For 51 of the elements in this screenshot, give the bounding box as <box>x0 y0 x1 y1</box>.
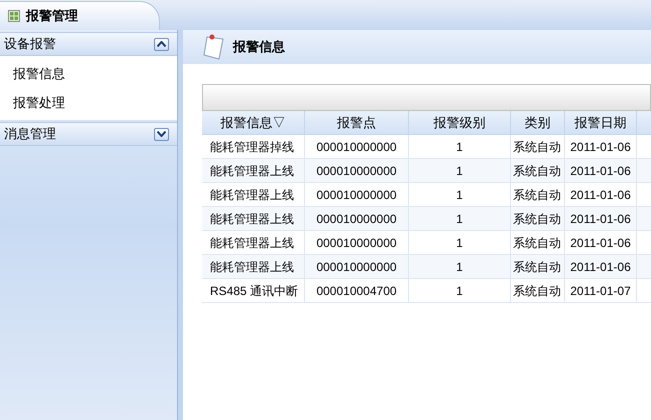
table-cell: 系统自动 <box>511 231 565 254</box>
table-cell: 000010000000 <box>305 207 409 230</box>
column-header[interactable]: 报警信息▽ <box>202 111 305 134</box>
table-cell: RS485 通讯中断 <box>202 279 305 302</box>
note-icon <box>203 34 225 60</box>
table-cell: 1 <box>409 159 511 182</box>
sidebar-group-header[interactable]: 设备报警 <box>0 32 177 56</box>
expand-icon[interactable] <box>154 128 169 140</box>
table-cell: 2011-01-06 <box>565 135 637 158</box>
table-cell: 1 <box>409 135 511 158</box>
table-cell: 2011-01-06 <box>565 183 637 206</box>
table-cell: 1 <box>409 255 511 278</box>
panel-header: 报警信息 <box>183 30 651 64</box>
table-cell: 能耗管理器上线 <box>202 255 305 278</box>
column-header[interactable]: 类别 <box>511 111 565 134</box>
sidebar-item[interactable]: 报警处理 <box>0 88 177 117</box>
table-cell: 能耗管理器上线 <box>202 159 305 182</box>
table-cell: 000010004700 <box>305 279 409 302</box>
window-tab[interactable]: 报警管理 <box>0 1 160 30</box>
table-cell: 1 <box>409 207 511 230</box>
table-cell: 系统自动 <box>511 255 565 278</box>
window-title: 报警管理 <box>26 7 78 26</box>
column-header[interactable]: 报警级别 <box>409 111 511 134</box>
grid-icon <box>8 10 20 22</box>
table-cell: 2011-01-06 <box>565 231 637 254</box>
table-cell: 能耗管理器上线 <box>202 183 305 206</box>
table-cell: 000010000000 <box>305 183 409 206</box>
table-cell: 能耗管理器上线 <box>202 231 305 254</box>
table-cell: 系统自动 <box>511 279 565 302</box>
collapse-icon[interactable] <box>154 38 169 50</box>
table-cell: 2011-01-07 <box>565 279 637 302</box>
table-cell: 000010000000 <box>305 159 409 182</box>
table-cell: 系统自动 <box>511 135 565 158</box>
table-cell: 1 <box>409 231 511 254</box>
table-cell: 2011-01-06 <box>565 159 637 182</box>
column-header[interactable]: 报警点 <box>305 111 409 134</box>
table-cell: 000010000000 <box>305 255 409 278</box>
table-cell: 系统自动 <box>511 207 565 230</box>
sidebar-group-header[interactable]: 消息管理 <box>0 122 177 146</box>
table-cell: 能耗管理器上线 <box>202 207 305 230</box>
table-cell: 能耗管理器掉线 <box>202 135 305 158</box>
sidebar-item[interactable]: 报警信息 <box>0 59 177 88</box>
column-header[interactable]: 报警日期 <box>565 111 637 134</box>
table-cell: 1 <box>409 183 511 206</box>
table-cell: 系统自动 <box>511 159 565 182</box>
table-cell: 000010000000 <box>305 135 409 158</box>
table-cell: 1 <box>409 279 511 302</box>
table-cell: 系统自动 <box>511 183 565 206</box>
table-cell: 2011-01-06 <box>565 207 637 230</box>
table-cell: 2011-01-06 <box>565 255 637 278</box>
table-cell: 000010000000 <box>305 231 409 254</box>
